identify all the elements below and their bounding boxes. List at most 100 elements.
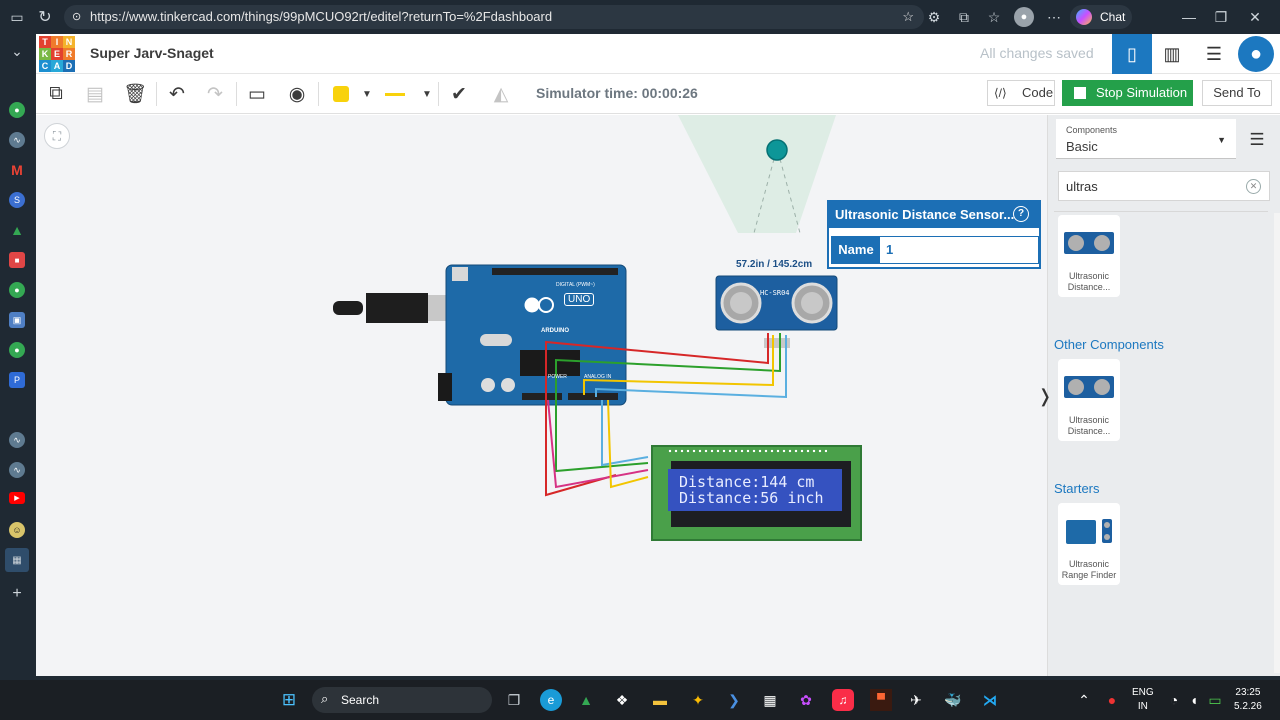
project-title[interactable]: Super Jarv-Snaget bbox=[90, 45, 214, 61]
tinkercad-tab-icon[interactable]: ▦ bbox=[5, 548, 29, 572]
logo-letter: K bbox=[39, 48, 51, 60]
user-avatar[interactable]: ● bbox=[1236, 34, 1276, 74]
components-dropdown[interactable]: Components Basic ▼ bbox=[1056, 119, 1236, 159]
name-field[interactable]: 1 bbox=[886, 237, 893, 263]
tab-list-icon[interactable]: ▭ bbox=[8, 8, 26, 26]
clear-search-icon[interactable]: ✕ bbox=[1246, 179, 1261, 194]
component-list-button[interactable]: ☰ bbox=[1194, 34, 1234, 74]
youtube-icon[interactable]: ▶ bbox=[9, 492, 25, 504]
wire-type-picker[interactable] bbox=[382, 81, 408, 107]
terminal-icon[interactable]: ❯ bbox=[724, 690, 744, 710]
docker-icon[interactable]: 🐳 bbox=[942, 690, 964, 710]
panel-scrollbar[interactable] bbox=[1274, 213, 1280, 673]
color-picker[interactable] bbox=[328, 81, 354, 107]
tray-app-icon[interactable]: ● bbox=[1102, 690, 1122, 710]
collapse-panel-chevron-icon[interactable]: ❭ bbox=[1037, 384, 1052, 408]
distance-reading: 57.2in / 145.2cm bbox=[736, 259, 813, 270]
rotate-icon[interactable]: ✔ bbox=[446, 81, 472, 107]
battery-icon[interactable]: ▭ bbox=[1206, 690, 1224, 710]
sidebar-app-icon-3[interactable]: S bbox=[9, 192, 25, 208]
sidebar-app-icon-4[interactable]: ■ bbox=[9, 252, 25, 268]
copilot-chat-button[interactable]: Chat bbox=[1070, 5, 1132, 29]
components-panel: Components Basic ▼ ☰ ultras ✕ Ultrasonic… bbox=[1047, 115, 1280, 676]
search-input[interactable]: ultras ✕ bbox=[1058, 171, 1270, 201]
copy-icon[interactable]: ⧉ bbox=[43, 81, 69, 107]
google-drive-icon[interactable]: ▲ bbox=[576, 690, 596, 710]
note-icon[interactable]: ▭ bbox=[244, 81, 270, 107]
delete-icon[interactable]: 🗑 bbox=[122, 81, 148, 107]
chrome-icon[interactable]: ● bbox=[9, 282, 25, 298]
arduino-power-label: POWER bbox=[548, 374, 567, 380]
file-explorer-icon[interactable]: ▬ bbox=[650, 690, 670, 710]
sidebar-app-icon-9[interactable]: ∿ bbox=[9, 462, 25, 478]
notes-visibility-icon[interactable]: ◉ bbox=[284, 81, 310, 107]
sidebar-app-icon-10[interactable]: ☺ bbox=[9, 522, 25, 538]
undo-icon[interactable]: ↶ bbox=[164, 81, 190, 107]
wifi-icon[interactable]: ◔ bbox=[1166, 690, 1182, 710]
profile-avatar-icon[interactable]: ● bbox=[1014, 7, 1034, 27]
list-view-icon[interactable]: ☰ bbox=[1246, 129, 1268, 151]
code-label: Code bbox=[1022, 85, 1054, 100]
sidebar-app-icon-7[interactable]: P bbox=[9, 372, 25, 388]
lang-bottom: IN bbox=[1137, 701, 1148, 712]
sidebar-app-icon-6[interactable]: ● bbox=[9, 342, 25, 358]
copilot-taskbar-icon[interactable]: ✿ bbox=[796, 690, 816, 710]
workplane-canvas[interactable]: ⛶ 57.2in / 145.2cm HC-SR04 ARDUINO UNO D… bbox=[36, 115, 1047, 676]
flip-icon[interactable]: ◭ bbox=[488, 81, 514, 107]
volume-icon[interactable]: ◖ bbox=[1186, 690, 1202, 710]
sidebar-collapse-icon[interactable]: ⌄ bbox=[8, 42, 26, 60]
wire-dropdown-icon[interactable]: ▼ bbox=[414, 81, 440, 107]
task-view-icon[interactable]: ❐ bbox=[504, 690, 524, 710]
color-dropdown-icon[interactable]: ▼ bbox=[354, 81, 380, 107]
send-to-button[interactable]: Send To bbox=[1202, 80, 1272, 106]
app-icon-1[interactable]: ❖ bbox=[612, 690, 632, 710]
stop-simulation-button[interactable]: Stop Simulation bbox=[1062, 80, 1193, 106]
dropdown-caret-icon: ▼ bbox=[1217, 135, 1226, 145]
tray-overflow-icon[interactable]: ⌃ bbox=[1074, 690, 1094, 710]
music-icon[interactable]: ♫ bbox=[832, 689, 854, 711]
more-menu-icon[interactable]: ⋯ bbox=[1045, 8, 1063, 26]
lcd-16x2[interactable]: Distance:144 cm Distance:56 inch bbox=[651, 445, 862, 541]
starter-card-range-finder[interactable]: Ultrasonic Range Finder bbox=[1058, 503, 1120, 585]
maximize-icon[interactable]: ❐ bbox=[1212, 8, 1230, 26]
sidebar-app-icon-1[interactable]: ● bbox=[9, 102, 25, 118]
component-card-ultrasonic-other[interactable]: Ultrasonic Distance... bbox=[1058, 359, 1120, 441]
app-icon-3[interactable]: ▀ bbox=[870, 689, 892, 711]
windows-start-icon[interactable]: ⊞ bbox=[279, 690, 299, 710]
close-window-icon[interactable]: ✕ bbox=[1246, 8, 1264, 26]
gmail-icon[interactable]: M bbox=[9, 162, 25, 178]
help-icon[interactable]: ? bbox=[1013, 206, 1029, 222]
redo-icon[interactable]: ↷ bbox=[202, 81, 228, 107]
store-icon[interactable]: ▦ bbox=[760, 690, 780, 710]
app-icon-2[interactable]: ✦ bbox=[688, 689, 708, 711]
sidebar-app-icon-8[interactable]: ∿ bbox=[9, 432, 25, 448]
wire-line-icon bbox=[385, 92, 405, 96]
extensions-icon[interactable]: ⚙ bbox=[925, 8, 943, 26]
drive-icon[interactable]: ▲ bbox=[9, 222, 25, 238]
favorite-star-icon[interactable]: ☆ bbox=[902, 5, 914, 29]
clock[interactable]: 23:25 5.2.26 bbox=[1234, 686, 1262, 714]
minimize-icon[interactable]: — bbox=[1180, 8, 1198, 26]
code-button[interactable]: ⟨/⟩ Code bbox=[987, 80, 1055, 106]
sidebar-app-icon-5[interactable]: ▣ bbox=[9, 312, 25, 328]
vscode-icon[interactable]: ⋊ bbox=[980, 690, 1000, 710]
address-bar[interactable]: ⊙ https://www.tinkercad.com/things/99pMC… bbox=[64, 5, 924, 29]
taskbar-search[interactable]: ⌕ Search bbox=[312, 687, 492, 713]
site-info-icon[interactable]: ⊙ bbox=[72, 5, 81, 29]
language-indicator[interactable]: ENG IN bbox=[1132, 686, 1154, 714]
search-icon: ⌕ bbox=[321, 691, 329, 706]
refresh-icon[interactable]: ↻ bbox=[36, 8, 54, 26]
circuit-view-button[interactable]: ▯ bbox=[1112, 34, 1152, 74]
app-icon-4[interactable]: ✈ bbox=[906, 690, 926, 710]
add-sidebar-app-icon[interactable]: + bbox=[9, 585, 25, 602]
schematic-view-button[interactable]: ▥ bbox=[1152, 34, 1192, 74]
favorites-icon[interactable]: ☆ bbox=[985, 8, 1003, 26]
name-property-row: Name 1 bbox=[831, 236, 1039, 264]
component-card-ultrasonic[interactable]: Ultrasonic Distance... bbox=[1058, 215, 1120, 297]
sidebar-app-icon-2[interactable]: ∿ bbox=[9, 132, 25, 148]
component-label: Ultrasonic Distance... bbox=[1067, 271, 1111, 292]
paste-icon[interactable]: ▤ bbox=[82, 81, 108, 107]
edge-icon[interactable]: e bbox=[540, 689, 562, 711]
split-screen-icon[interactable]: ⧉ bbox=[955, 8, 973, 26]
tinkercad-logo[interactable]: T I N K E R C A D bbox=[39, 36, 75, 72]
